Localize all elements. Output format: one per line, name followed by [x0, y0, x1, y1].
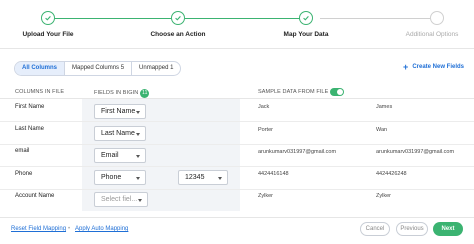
row-divider — [0, 166, 474, 167]
column-name: Account Name — [15, 193, 55, 199]
create-new-fields-label: Create New Fields — [412, 64, 464, 70]
step-2-check-icon — [171, 11, 185, 25]
step-connector-2 — [185, 18, 306, 19]
cancel-button[interactable]: Cancel — [360, 222, 390, 236]
field-select-value: First Name — [101, 108, 136, 115]
sample-value-2: Wan — [376, 127, 388, 133]
sample-value-1: Zylker — [258, 193, 273, 199]
caret-down-icon — [136, 177, 140, 180]
plus-icon: + — [403, 62, 409, 72]
column-name: email — [15, 148, 30, 154]
column-name: First Name — [15, 104, 45, 110]
sample-value-2: James — [376, 104, 393, 110]
field-select[interactable]: Select fiel... — [94, 192, 148, 207]
apply-auto-mapping-link[interactable]: Apply Auto Mapping — [75, 226, 128, 232]
tab-all-columns[interactable]: All Columns — [15, 62, 66, 75]
field-select[interactable]: First Name — [94, 104, 146, 119]
field-select-value: Last Name — [101, 130, 135, 137]
step-1-check-icon — [41, 11, 55, 25]
caret-down-icon — [136, 133, 140, 136]
progress-stepper: Upload Your File Choose an Action Map Yo… — [0, 0, 474, 50]
tab-mapped-columns[interactable]: Mapped Columns 5 — [65, 62, 133, 75]
sample-value-2: arunkumarv031997@gmail.com — [376, 149, 455, 155]
caret-down-icon — [138, 199, 142, 202]
field-select[interactable]: Last Name — [94, 126, 146, 141]
step-3-check-icon — [299, 11, 313, 25]
step-connector-1 — [48, 18, 171, 19]
step-connector-3 — [320, 18, 430, 19]
header-fields-in-bigin: FIELDS IN BIGIN 11 — [94, 89, 150, 98]
tab-unmapped[interactable]: Unmapped 1 — [132, 62, 180, 75]
caret-down-icon — [218, 177, 222, 180]
header-sample-data: SAMPLE DATA FROM FILE — [258, 89, 329, 95]
fields-count-badge: 11 — [140, 89, 150, 98]
previous-button[interactable]: Previous — [396, 222, 428, 236]
reset-field-mapping-link[interactable]: Reset Field Mapping — [11, 226, 66, 232]
stepper-divider — [0, 48, 474, 49]
sample-data-toggle[interactable] — [330, 88, 344, 96]
sample-value-1: Jack — [258, 104, 270, 110]
column-name: Last Name — [15, 126, 45, 132]
field-select-placeholder: Select fiel... — [101, 196, 138, 203]
field-select-value: Email — [101, 152, 119, 159]
caret-down-icon — [136, 111, 140, 114]
footer-separator: • — [68, 226, 71, 232]
column-filter-tabs: All Columns Mapped Columns 5 Unmapped 1 — [14, 61, 182, 76]
header-columns-in-file: COLUMNS IN FILE — [15, 89, 65, 95]
sample-value-2: Zylker — [376, 193, 391, 199]
step-4-label: Additional Options — [405, 31, 459, 38]
header-fields-label: FIELDS IN BIGIN — [94, 90, 139, 96]
field-select[interactable]: Phone — [94, 170, 146, 185]
column-name: Phone — [15, 171, 33, 177]
create-new-fields-button[interactable]: + Create New Fields — [403, 62, 464, 72]
step-2-label: Choose an Action — [150, 31, 206, 38]
footer-divider — [0, 217, 474, 218]
phone-format-value: 12345 — [185, 174, 205, 181]
sample-value-1: Porter — [258, 127, 273, 133]
step-1-label: Upload Your File — [22, 31, 74, 38]
sample-value-1: arunkumarv031997@gmail.com — [258, 149, 337, 155]
next-button[interactable]: Next — [433, 222, 463, 236]
step-4-pending-icon — [430, 11, 444, 25]
row-divider — [0, 189, 474, 190]
step-3-label: Map Your Data — [283, 31, 329, 38]
phone-format-select[interactable]: 12345 — [178, 170, 228, 185]
row-divider — [0, 121, 474, 122]
sample-value-2: 4424426248 — [376, 171, 407, 177]
sample-value-1: 4424416148 — [258, 171, 289, 177]
field-select-value: Phone — [101, 174, 122, 181]
row-divider — [0, 144, 474, 145]
caret-down-icon — [136, 155, 140, 158]
field-select[interactable]: Email — [94, 148, 146, 163]
